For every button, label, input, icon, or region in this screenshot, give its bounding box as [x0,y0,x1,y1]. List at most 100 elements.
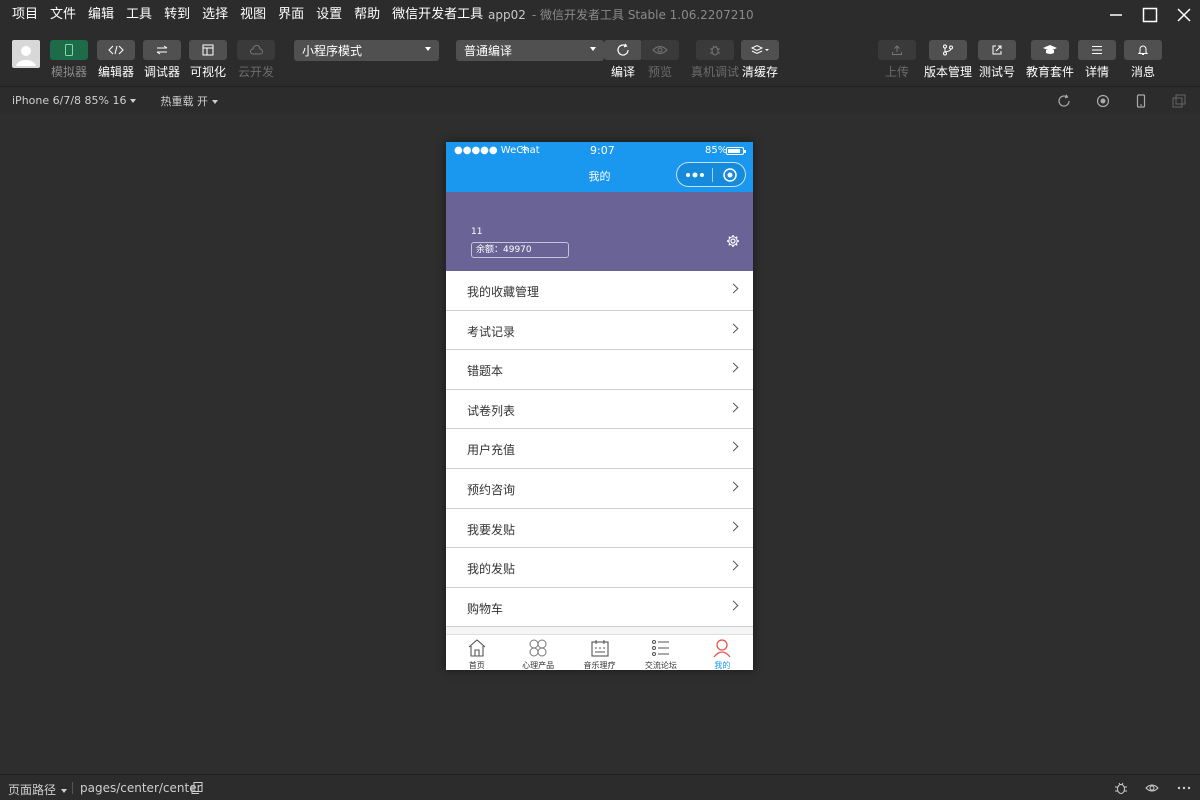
more-icon[interactable] [1177,781,1191,795]
menu-row-recharge[interactable]: 用户充值 [446,429,753,469]
tab-home[interactable]: 首页 [446,635,507,670]
menu-edit[interactable]: 编辑 [82,0,120,30]
menu-row-paper-list[interactable]: 试卷列表 [446,389,753,430]
edu-kit-button[interactable]: 教育套件 [1026,40,1074,79]
version-button[interactable]: 版本管理 [924,40,972,79]
external-link-icon [992,45,1002,55]
cloud-icon [250,45,263,55]
divider [72,782,73,794]
menu-settings[interactable]: 设置 [310,0,348,30]
layout-icon [202,44,214,56]
user-icon [713,639,731,658]
menu-row-cart[interactable]: 购物车 [446,587,753,628]
phone-simulator: ●●●●● WeChat 9:07 85% 我的 11 余额：49970 我的收… [446,142,753,670]
calendar-icon [590,640,609,657]
chevron-right-icon [728,481,739,492]
clover-icon [529,639,547,657]
menu-row-wrong-questions[interactable]: 错题本 [446,350,753,390]
upload-button[interactable]: 上传 [878,40,916,79]
copy-icon[interactable] [190,781,204,795]
username: 11 [471,227,483,237]
menu-interface[interactable]: 界面 [272,0,310,30]
compile-select[interactable]: 普通编译 [456,40,604,61]
tab-forum[interactable]: 交流论坛 [630,635,691,670]
compile-button[interactable]: 编译 [604,40,642,79]
menu-row-exam-records[interactable]: 考试记录 [446,310,753,351]
clear-cache-button[interactable]: 清缓存 [741,40,779,79]
mode-select[interactable]: 小程序模式 [294,40,439,61]
balance-badge: 余额：49970 [471,242,569,258]
list-icon [651,640,669,656]
minimize-icon [1110,14,1122,16]
remote-debug-button[interactable]: 真机调试 [691,40,739,79]
mode-select-value: 小程序模式 [302,44,363,58]
details-button[interactable]: 详情 [1078,40,1116,79]
chevron-down-icon [211,99,218,104]
list-item-label: 购物车 [467,601,504,616]
debugger-button[interactable]: 调试器 [143,40,181,79]
device-icon[interactable] [1134,94,1148,108]
record-icon[interactable] [1096,94,1110,108]
clear-cache-label: 清缓存 [741,65,778,79]
detach-window-icon[interactable] [1172,94,1186,108]
preview-button[interactable]: 预览 [641,40,679,79]
graduation-cap-icon [1043,45,1057,54]
battery-icon [726,147,746,155]
user-icon [16,46,36,66]
rotate-icon[interactable] [1057,94,1071,108]
menu-lines-icon [1092,46,1102,54]
hot-reload-select[interactable]: 热重载 开 [160,93,218,109]
refresh-icon [617,43,629,56]
preview-label: 预览 [647,65,672,79]
battery-percent: 85% [705,145,728,156]
swap-icon [156,45,168,55]
home-icon [468,639,486,657]
messages-button[interactable]: 消息 [1124,40,1162,79]
layers-icon [750,44,769,55]
tab-mine[interactable]: 我的 [692,635,753,670]
chevron-down-icon [61,788,68,793]
upload-icon [892,45,902,55]
tab-label: 交流论坛 [644,661,677,670]
app-title: - 微信开发者工具 Stable 1.06.2207210 [531,8,754,22]
visual-button[interactable]: 可视化 [189,40,227,79]
menu-file[interactable]: 文件 [44,0,82,30]
maximize-button[interactable] [1138,3,1162,27]
device-select[interactable]: iPhone 6/7/8 85% 16 [12,94,137,107]
menu-row-new-post[interactable]: 我要发贴 [446,508,753,549]
menu-goto[interactable]: 转到 [158,0,196,30]
simulator-button[interactable]: 模拟器 [50,40,88,79]
page-path: pages/center/center [80,781,202,795]
bell-icon [1137,45,1149,55]
close-miniprogram-icon[interactable] [722,167,738,183]
menu-row-my-posts[interactable]: 我的发贴 [446,548,753,588]
page-path-select[interactable]: 页面路径 [8,781,68,798]
tab-music-therapy[interactable]: 音乐理疗 [569,635,630,670]
compile-label: 编译 [610,65,635,79]
test-account-button[interactable]: 测试号 [978,40,1016,79]
minimize-button[interactable] [1104,3,1128,27]
editor-button[interactable]: 编辑器 [97,40,135,79]
menu-select[interactable]: 选择 [196,0,234,30]
edu-kit-label: 教育套件 [1026,65,1075,79]
simulator-label: 模拟器 [50,65,87,79]
chevron-right-icon [728,600,739,611]
avatar[interactable] [12,40,40,68]
menu-wechat-devtools[interactable]: 微信开发者工具 [386,0,489,30]
menu-view[interactable]: 视图 [234,0,272,30]
cloud-button[interactable]: 云开发 [237,40,275,79]
menu-help[interactable]: 帮助 [348,0,386,30]
bug-icon[interactable] [1114,781,1128,795]
capsule-menu[interactable] [676,162,746,187]
center-menu-list: 我的收藏管理 考试记录 错题本 试卷列表 用户充值 预约咨询 我要发贴 我的发贴… [446,271,753,628]
tab-products[interactable]: 心理产品 [507,635,568,670]
menu-tools[interactable]: 工具 [120,0,158,30]
menu-row-favorites[interactable]: 我的收藏管理 [446,271,753,311]
tab-label: 音乐理疗 [583,661,616,670]
menu-project[interactable]: 项目 [0,0,44,30]
eye-icon[interactable] [1145,781,1159,795]
more-icon[interactable] [685,171,705,179]
menu-row-consultation[interactable]: 预约咨询 [446,468,753,509]
close-button[interactable] [1172,3,1196,27]
gear-icon[interactable] [726,234,740,248]
